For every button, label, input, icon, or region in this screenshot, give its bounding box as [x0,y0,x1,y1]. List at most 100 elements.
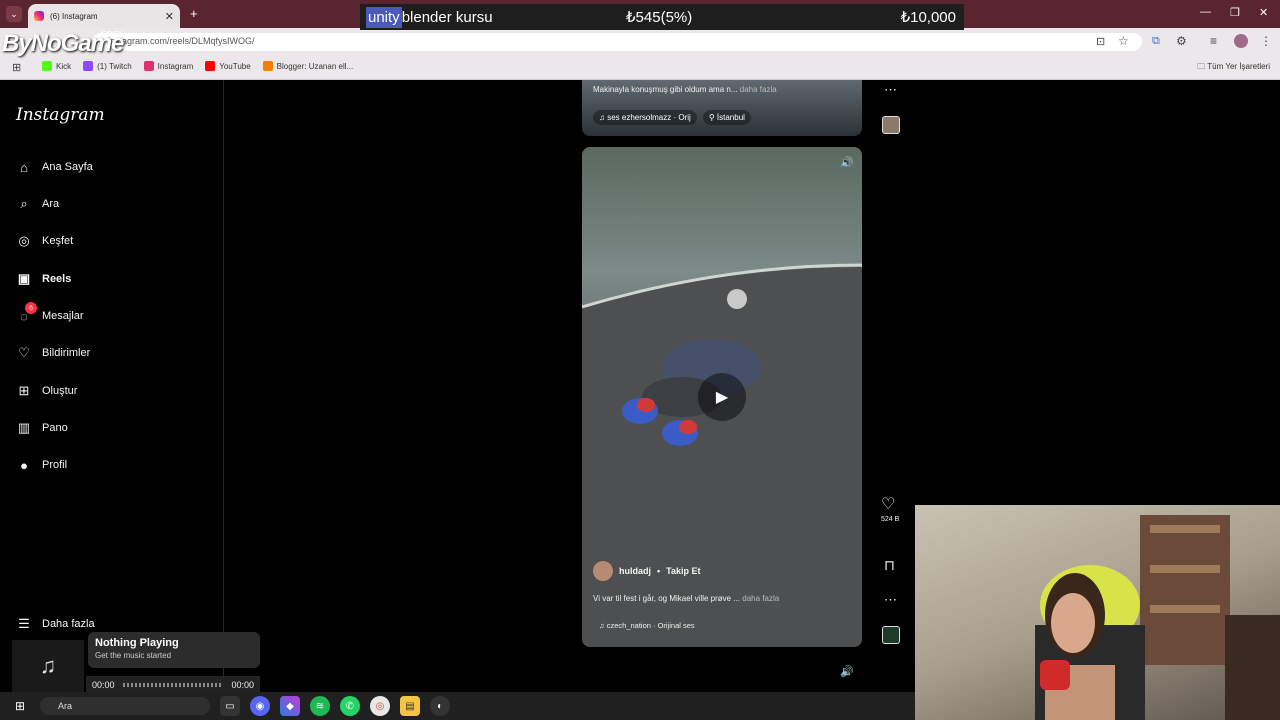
nav-label: Keşfet [42,235,74,247]
extensions-icon[interactable]: ⚙ [1176,34,1187,48]
windows-start-icon[interactable]: ⊞ [10,696,30,716]
next-reel-volume-icon[interactable]: 🔊 [840,665,854,678]
tab-title: (6) Instagram [50,11,98,21]
save-bookmark-icon[interactable]: ⊓ [884,557,895,574]
bookmark-star-icon[interactable]: ☆ [1118,34,1129,48]
media-control-icon[interactable]: ≡ [1210,34,1217,48]
now-playing-subtitle: Get the music started [95,651,172,660]
dashboard-icon: ▥ [17,420,31,435]
nav-item-olu-tur[interactable]: ⊞ Oluştur [16,380,206,402]
reel-prev-more-link[interactable]: daha fazla [740,85,777,94]
obs-icon[interactable]: ◐ [430,696,450,716]
time-start: 00:00 [92,680,115,690]
reel-previous[interactable]: Makinayla konuşmuş gibi oldum ama n... d… [582,80,862,136]
nav-label: Reels [42,273,72,285]
reel-caption: Vi var til fest i går, og Mikael ville p… [593,594,780,603]
avatar-icon: ● [20,457,28,473]
tab-list-button[interactable]: ⌄ [6,6,22,22]
reel-options-icon[interactable]: ⋯ [884,592,897,608]
nav-item-ke-fet[interactable]: ◎ Keşfet [16,230,206,252]
progress-track[interactable] [122,683,224,687]
nav-item-mesajlar[interactable]: ◌ 6 Mesajlar [16,302,206,327]
nav-item-bildirimler[interactable]: ♡ Bildirimler [16,342,206,364]
nav-item-ara[interactable]: ⌕ Ara [16,193,206,215]
new-tab-button[interactable]: + [190,6,198,21]
goal-highlight: unity [366,6,402,28]
chrome-icon[interactable]: ◎ [370,696,390,716]
instagram-favicon-icon [34,11,44,21]
messenger-icon: ◌ 6 [16,302,37,324]
reel-more-link[interactable]: daha fazla [742,594,779,603]
nav-item-ana-sayfa[interactable]: ⌂ Ana Sayfa [16,156,206,178]
install-app-icon[interactable]: ⊡ [1096,35,1105,48]
goal-title: blender kursu [401,8,493,26]
dot-separator: • [657,566,661,576]
minimize-icon[interactable]: — [1200,6,1211,18]
volume-icon[interactable]: 🔊 [840,156,854,169]
bookmark-favicon-icon [205,61,216,71]
search-icon: ⌕ [20,196,28,211]
bookmark-item[interactable]: (1) Twitch [83,61,132,71]
menu-kebab-icon[interactable]: ⋮ [1260,34,1272,48]
close-window-icon[interactable]: ✕ [1259,6,1268,19]
reel-prev-audio[interactable]: ♫ ses ezhersolmazz · Orij [593,110,697,125]
nav-item-profil[interactable]: ● Profil [16,454,206,476]
bookmark-favicon-icon [262,61,273,71]
all-bookmarks-link[interactable]: 🗀 Tüm Yer İşaretleri [1197,61,1270,75]
spotify-icon[interactable]: ≋ [310,696,330,716]
reel-author-username[interactable]: huldadj [619,566,651,576]
like-heart-icon[interactable]: ♡ [881,494,895,514]
translate-icon[interactable]: ⧉ [1152,35,1160,48]
taskbar-search[interactable]: Ara [40,697,210,715]
reel-prev-location[interactable]: ⚲ İstanbul [702,110,751,125]
bookmark-list: Kick (1) Twitch Instagram YouTube Blogger: U… [42,61,353,71]
play-button[interactable]: ▶ [698,373,746,421]
hamburger-icon: ☰ [18,616,30,631]
profile-avatar[interactable] [1234,34,1248,48]
close-tab-icon[interactable]: ✕ [165,10,174,23]
instagram-logo[interactable]: Instagram [16,105,105,125]
compass-icon: ◎ [18,233,30,248]
follow-button[interactable]: Takip Et [666,566,700,576]
nav-label: Pano [42,422,68,434]
music-note-icon: ♫ [12,640,84,692]
reel-audio-thumb[interactable] [882,626,900,644]
bookmark-favicon-icon [83,61,94,71]
copilot-icon[interactable]: ◆ [280,696,300,716]
reel-prev-options-icon[interactable]: ⋯ [884,82,897,98]
reel-prev-caption: Makinayla konuşmuş gibi oldum ama n... d… [593,85,777,94]
bookmark-item[interactable]: Kick [42,61,71,71]
reels-icon: ▣ [17,271,31,286]
notification-badge: 6 [25,302,37,314]
nav-item-pano[interactable]: ▥ Pano [16,417,206,439]
like-count: 524 B [881,516,900,523]
bookmark-item[interactable]: Instagram [143,61,193,71]
apps-grid-icon[interactable]: ⊞ [12,61,21,74]
reel-prev-audio-thumb[interactable] [882,116,900,134]
nav-label: Ara [42,198,60,210]
now-playing-title: Nothing Playing [95,637,179,649]
folder-icon: 🗀 [1197,62,1206,71]
webcam-image [1035,515,1280,720]
restore-icon[interactable]: ❐ [1230,6,1240,19]
time-end: 00:00 [231,680,254,690]
bookmark-item[interactable]: YouTube [205,61,251,71]
bookmark-favicon-icon [42,61,52,71]
nav-label: Ana Sayfa [42,161,93,173]
discord-icon[interactable]: ◉ [250,696,270,716]
nav-item-reels[interactable]: ▣ Reels [16,268,206,290]
goal-amount: ₺10,000 [900,9,956,26]
nav-label: Profil [42,459,68,471]
reel-audio[interactable]: ♫ czech_nation · Orijinal ses [599,621,695,630]
goal-progress: ₺545(5%) [626,9,693,26]
task-view-icon[interactable]: ▭ [220,696,240,716]
bookmark-item[interactable]: Blogger: Uzanan ell... [262,61,353,71]
url-input[interactable]: instagram.com/reels/DLMqfysIWOG/ [92,33,1142,51]
whatsapp-icon[interactable]: ✆ [340,696,360,716]
now-playing-widget: Nothing Playing Get the music started [88,632,260,668]
donation-goal-bar: unity blender kursu ₺545(5%) ₺10,000 [360,4,964,30]
file-explorer-icon[interactable]: ▤ [400,696,420,716]
reel-author-avatar[interactable] [593,561,613,581]
home-icon: ⌂ [20,159,28,175]
browser-tab-instagram[interactable]: (6) Instagram ✕ [28,4,180,28]
